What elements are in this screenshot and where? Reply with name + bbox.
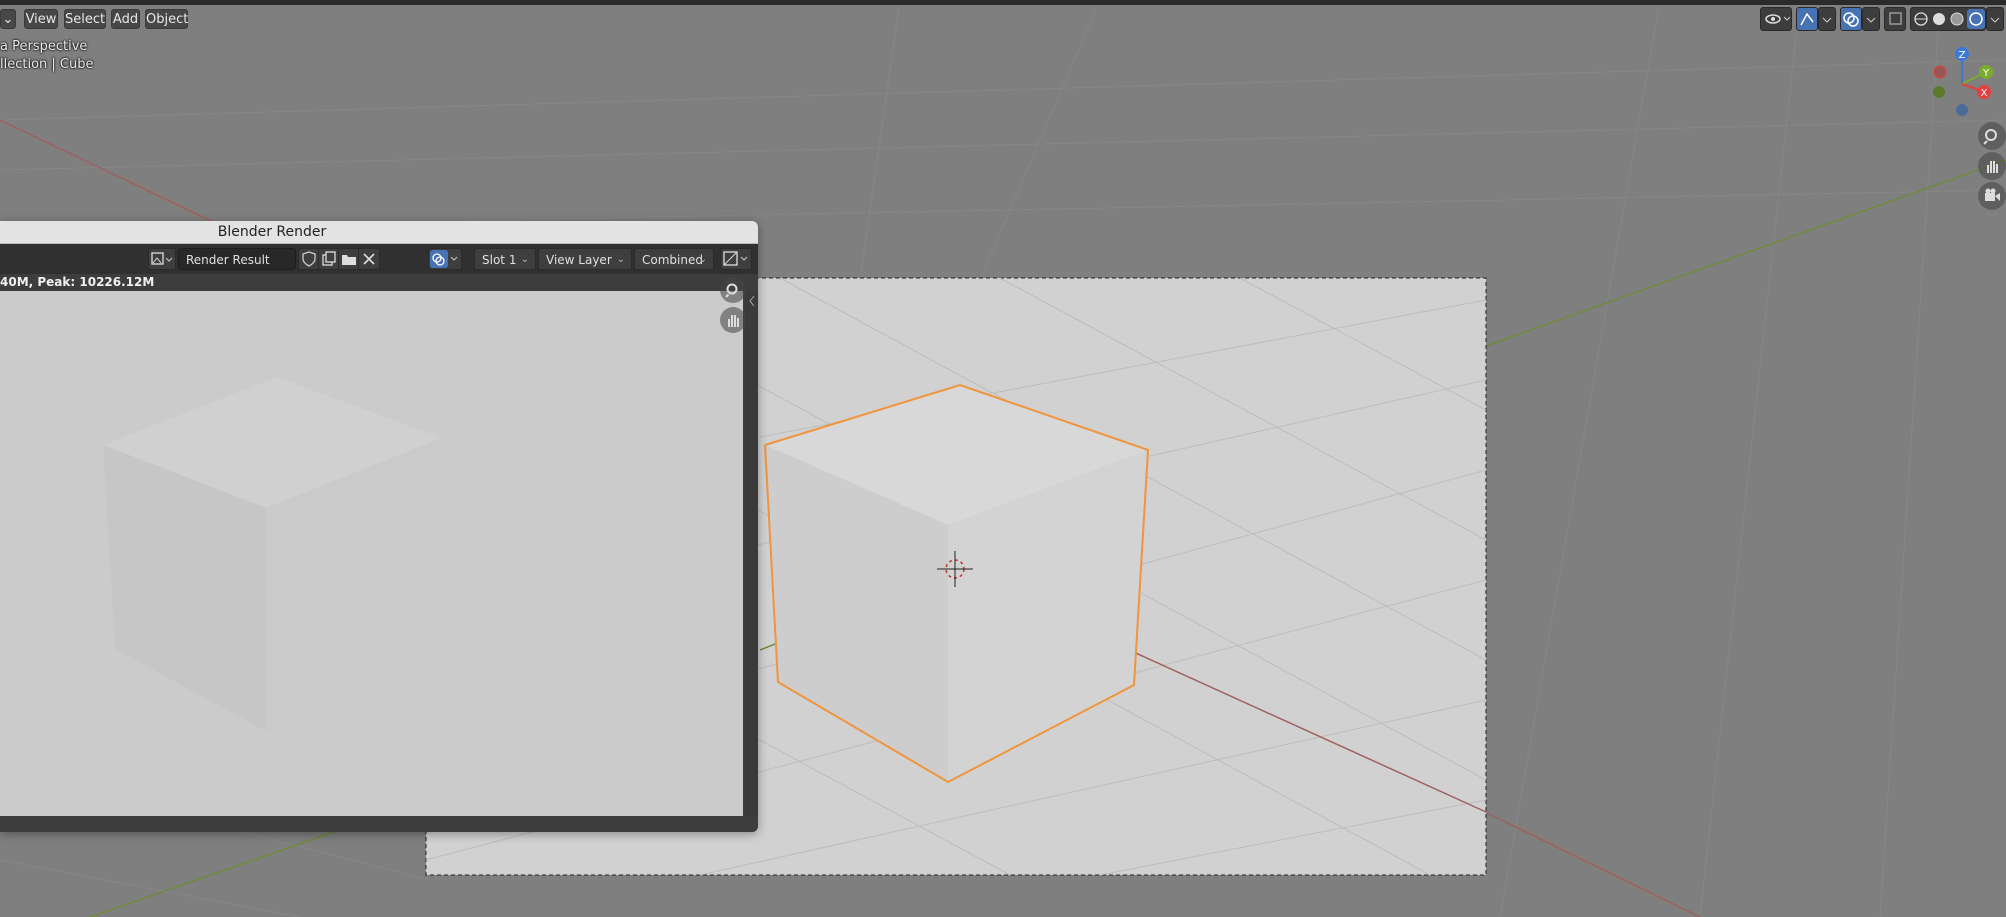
visibility-toggle[interactable] [1760, 7, 1792, 31]
display-channels-icon [723, 251, 748, 266]
gizmo-toggle[interactable] [1796, 7, 1818, 31]
shading-dropdown[interactable] [1986, 7, 2004, 31]
chevron-down-icon [1866, 17, 1876, 23]
chevron-down-icon: ⌄ [698, 254, 707, 265]
gizmo-x-label: X [1981, 88, 1988, 99]
y-axis-line [1485, 159, 2006, 347]
render-window-footer [0, 816, 758, 832]
image-editor-header: Render Result Slot 1 ⌄ View Layer ⌄ Combin… [0, 244, 758, 274]
menu-object[interactable]: Object [145, 9, 188, 29]
zoom-icon [725, 283, 738, 298]
sidebar-toggle-strip[interactable] [745, 291, 758, 816]
hand-icon [1987, 161, 1998, 173]
gizmo-icon [1800, 12, 1814, 26]
menu-add[interactable]: Add [111, 9, 140, 29]
collection-object-label: llection | Cube [0, 57, 94, 72]
render-window-titlebar[interactable]: Blender Render [0, 221, 758, 244]
gizmo-dropdown[interactable] [1818, 7, 1836, 31]
chevron-down-icon: ⌄ [520, 254, 529, 265]
render-stats-text: 40M, Peak: 10226.12M [0, 275, 155, 289]
chevron-left-icon [749, 295, 755, 307]
view-layer-value: View Layer [546, 253, 612, 267]
duplicate-icon [322, 251, 336, 266]
xray-icon [1889, 12, 1902, 25]
pan-view-button[interactable] [1978, 152, 2006, 180]
editor-type-button[interactable]: ⌄ [0, 9, 16, 29]
hand-icon [728, 315, 739, 327]
render-pass-dropdown[interactable]: Combined ⌄ [634, 248, 714, 270]
overlay-toggle[interactable] [1840, 7, 1862, 31]
overlay-icon [430, 250, 458, 268]
render-pass-value: Combined [642, 253, 703, 267]
folder-icon [342, 255, 356, 265]
view-layer-dropdown[interactable]: View Layer ⌄ [538, 248, 632, 270]
close-icon [363, 253, 375, 265]
shading-icons [1914, 9, 1985, 29]
camera-view-button[interactable] [1978, 182, 2006, 210]
image-name-field[interactable]: Render Result [178, 248, 296, 270]
image-icon [151, 252, 173, 265]
chevron-down-icon [1990, 17, 2000, 23]
render-window[interactable]: Blender Render Render Result Slot 1 ⌄ Vie… [0, 221, 758, 832]
chevron-down-icon [1822, 17, 1832, 23]
gizmo-z-label: Z [1959, 50, 1966, 61]
view-perspective-label: a Perspective [0, 39, 88, 54]
new-image-button[interactable] [318, 248, 340, 270]
render-window-title: Blender Render [217, 224, 327, 240]
gizmo-y-label: Y [1982, 68, 1990, 79]
open-image-button[interactable] [338, 248, 360, 270]
zoom-icon [1983, 129, 1997, 145]
camera-icon [1985, 188, 2000, 201]
material-icon [1950, 12, 1964, 26]
navigation-gizmo[interactable]: Z Y X [1920, 42, 2000, 122]
display-channels-button[interactable] [720, 248, 752, 270]
zoom-view-button[interactable] [1978, 122, 2006, 150]
menu-select[interactable]: Select [64, 9, 106, 29]
unlink-image-button[interactable] [358, 248, 380, 270]
menu-view[interactable]: View [24, 9, 58, 29]
chevron-down-icon: ⌄ [616, 254, 625, 265]
topbar-strip [0, 0, 2006, 5]
rendered-cube [103, 377, 442, 731]
solid-icon [1933, 13, 1945, 25]
overlay-dropdown[interactable] [1862, 7, 1880, 31]
fake-user-button[interactable] [298, 248, 320, 270]
render-options-button[interactable] [428, 248, 462, 270]
shading-mode-group[interactable] [1910, 7, 1986, 31]
render-zoom-button[interactable] [720, 277, 746, 303]
slot-value: Slot 1 [482, 253, 517, 267]
render-pan-button[interactable] [720, 307, 746, 333]
render-result-image[interactable] [0, 291, 743, 816]
xray-toggle[interactable] [1884, 7, 1906, 31]
x-axis-line [0, 119, 231, 231]
image-editor-type-button[interactable] [148, 248, 176, 270]
overlay-icon [1843, 12, 1859, 27]
slot-dropdown[interactable]: Slot 1 ⌄ [474, 248, 536, 270]
shield-icon [302, 251, 316, 267]
eye-icon [1765, 14, 1791, 24]
